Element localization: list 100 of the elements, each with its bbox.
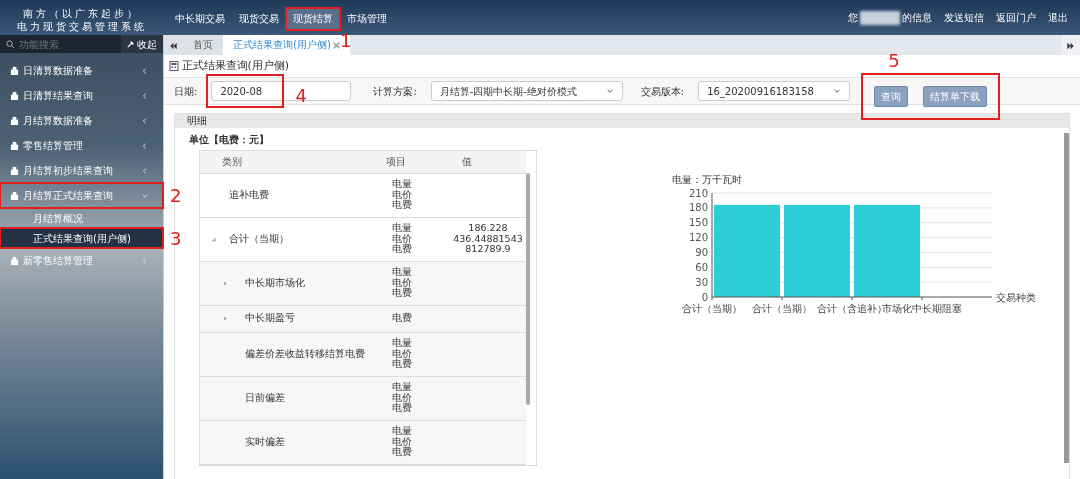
scroll-right-button[interactable] <box>1061 35 1080 55</box>
category-text: 中长期盈亏 <box>245 311 295 326</box>
unit-label: 单位【电费：元】 <box>189 133 270 147</box>
item-text: 电费 <box>392 359 413 370</box>
axis-title: 交易种类 <box>996 292 1036 303</box>
item-text: 电量 <box>392 382 413 393</box>
sitemap-icon <box>10 141 19 150</box>
sitemap-icon <box>10 91 19 100</box>
annotation-number: 5 <box>888 51 900 70</box>
item-text: 电价 <box>392 277 413 289</box>
user-link[interactable]: 返回门户 <box>996 10 1036 25</box>
collapse-button[interactable]: 收起 <box>120 35 163 53</box>
category-text: 日前偏差 <box>245 390 285 405</box>
chevron-left-icon <box>141 141 149 150</box>
calculator-icon <box>169 61 179 71</box>
item-text: 电价 <box>392 436 413 448</box>
value-text: 186.228 <box>467 223 509 234</box>
double-right-icon <box>1066 41 1075 50</box>
item-text: 电费 <box>392 403 413 414</box>
triangle-down-icon[interactable] <box>211 236 216 242</box>
user-link[interactable]: 发送短信 <box>944 10 984 25</box>
submenu-item[interactable]: 正式结果查询(用户侧) <box>0 228 163 248</box>
field-label: 交易版本: <box>640 84 685 99</box>
menu-item[interactable]: 零售结算管理 <box>0 133 163 158</box>
annotation-number: 2 <box>170 187 182 205</box>
tick-label: 180 <box>688 202 708 214</box>
triangle-right-icon[interactable] <box>223 280 228 286</box>
value-text: 812789.9 <box>464 244 512 255</box>
chevron-left-icon <box>141 256 149 265</box>
tick-label: 150 <box>688 217 708 229</box>
category-text: 合计（当期） <box>229 231 289 246</box>
category-text: 实时偏差 <box>245 434 285 449</box>
tick-label: 60 <box>695 261 708 273</box>
column-header: 值 <box>450 151 526 173</box>
nav-tab[interactable]: 中长期交易 <box>168 8 232 30</box>
item-text: 电价 <box>392 348 413 360</box>
annotation-number: 1 <box>340 32 352 50</box>
user-link[interactable]: 的信息 <box>902 10 932 25</box>
category-label: 合计（当期） <box>752 303 812 314</box>
tick-label: 210 <box>688 187 708 199</box>
app-title: 电力现货交易管理系统 <box>15 19 148 33</box>
user-link[interactable]: 退出 <box>1048 10 1068 25</box>
nav-tab[interactable]: 市场管理 <box>340 8 394 30</box>
pin-icon <box>126 40 135 48</box>
field-label: 计算方案: <box>373 84 417 99</box>
double-left-icon <box>169 41 178 50</box>
select-field[interactable]: 月结算-四期中长期-绝对价模式 <box>430 81 623 101</box>
menu-item[interactable]: 日清算结果查询 <box>0 83 163 108</box>
item-text: 电价 <box>392 233 413 245</box>
page-tab[interactable]: 首页 <box>183 35 223 55</box>
triangle-right-icon[interactable] <box>223 316 228 321</box>
tick-label: 30 <box>695 276 708 288</box>
column-header: 项目 <box>380 151 450 173</box>
search-input[interactable]: 功能搜索 <box>18 36 109 52</box>
item-text: 电价 <box>392 189 413 201</box>
column-header: 类别 <box>200 151 380 173</box>
item-text: 电量 <box>392 426 413 437</box>
chevron-left-icon <box>141 66 149 75</box>
tick-label: 0 <box>701 291 708 303</box>
page-title: 正式结果查询(用户侧) <box>181 57 290 74</box>
menu-item[interactable]: 日清算数据准备 <box>0 58 163 83</box>
category-text: 中长期市场化 <box>245 275 305 290</box>
tick-label: 90 <box>695 246 708 258</box>
category-text: 追补电费 <box>229 187 269 202</box>
blurred-name <box>860 10 900 25</box>
category-label: 合计（当期） <box>682 303 742 314</box>
scrollbar[interactable] <box>526 173 530 405</box>
nav-tab[interactable]: 现货交易 <box>232 8 286 30</box>
chevron-down-icon <box>605 87 614 95</box>
scroll-left-button[interactable] <box>164 35 183 55</box>
item-text: 电量 <box>392 223 413 234</box>
menu-item[interactable]: 月结算正式结果查询 <box>0 183 163 208</box>
item-text: 电价 <box>392 392 413 404</box>
axis-title: 电量：万千瓦时 <box>672 174 742 185</box>
item-text: 电费 <box>392 244 413 255</box>
chevron-left-icon <box>141 91 149 100</box>
panel-title: 明细 <box>175 114 1069 128</box>
chevron-left-icon <box>141 166 149 175</box>
menu-item[interactable]: 月结算初步结果查询 <box>0 158 163 183</box>
sitemap-icon <box>10 66 19 75</box>
category-text: 偏差价差收益转移结算电费 <box>245 346 365 361</box>
annotation-number: 3 <box>170 230 182 248</box>
item-text: 电量 <box>392 179 413 190</box>
select-field[interactable]: 16_20200916183158 <box>698 81 851 101</box>
item-text: 电量 <box>392 267 413 278</box>
value-text: 436.44881543 <box>452 233 524 245</box>
item-text: 电费 <box>392 447 413 458</box>
chevron-left-icon <box>141 116 149 125</box>
item-text: 电费 <box>392 200 413 211</box>
item-text: 电费 <box>392 313 413 324</box>
sitemap-icon <box>10 191 19 200</box>
menu-item[interactable]: 月结算数据准备 <box>0 108 163 133</box>
item-text: 电量 <box>392 338 413 349</box>
nav-tab[interactable]: 现货结算 <box>286 8 340 30</box>
search-icon <box>5 39 16 49</box>
app-title: 南方（以广东起步） <box>22 6 141 20</box>
chevron-down-icon <box>833 87 842 95</box>
sitemap-icon <box>10 116 19 125</box>
search-field[interactable]: 功能搜索 <box>0 35 121 53</box>
sitemap-icon <box>10 256 19 265</box>
